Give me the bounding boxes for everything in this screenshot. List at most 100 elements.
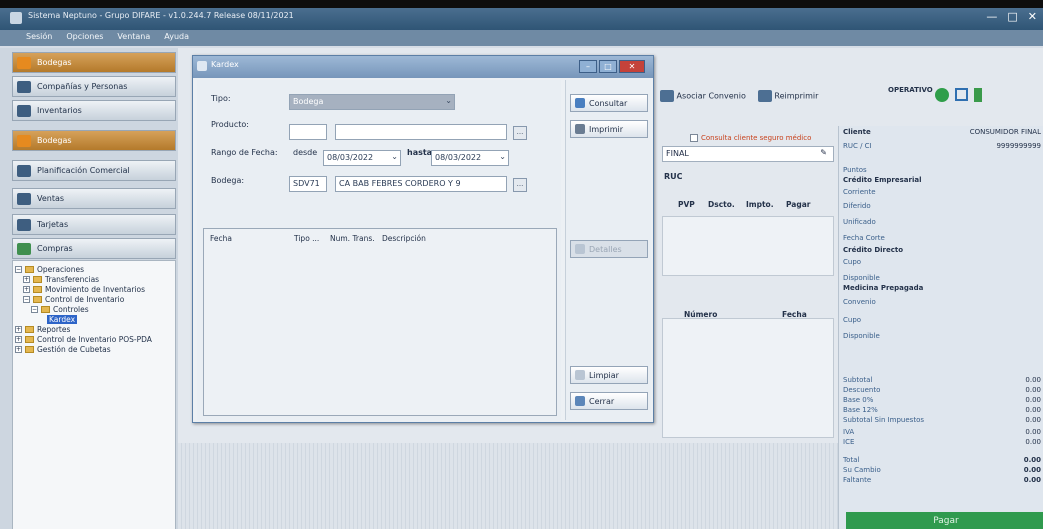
tree-item-transferencias[interactable]: + Transferencias: [15, 274, 173, 284]
hasta-date-value: 08/03/2022: [435, 153, 482, 162]
maximize-icon[interactable]: □: [1007, 10, 1017, 23]
nav-ventas[interactable]: Ventas: [12, 188, 176, 209]
bodega-code-input[interactable]: SDV71: [289, 176, 327, 192]
nav-bodegas-header[interactable]: Bodegas: [12, 52, 176, 73]
nav-tarjetas[interactable]: Tarjetas: [12, 214, 176, 235]
total-value: 0.00: [1023, 456, 1041, 464]
menu-ventana[interactable]: Ventana: [117, 32, 150, 46]
producto-search-button[interactable]: ...: [513, 126, 527, 140]
documents-grid[interactable]: [662, 318, 834, 438]
folder-icon: [25, 345, 34, 353]
cliente-final-field[interactable]: FINAL ✎: [662, 146, 834, 162]
minimize-icon[interactable]: –: [579, 60, 597, 73]
tree-item-cubetas[interactable]: + Gestión de Cubetas: [15, 344, 173, 354]
expand-icon[interactable]: +: [15, 335, 22, 343]
tree-item-kardex[interactable]: Kardex: [15, 314, 173, 324]
producto-code-input[interactable]: [289, 124, 327, 140]
customer-panel: Cliente CONSUMIDOR FINAL RUC / CI 999999…: [838, 126, 1043, 529]
nav-bodegas[interactable]: Bodegas: [12, 130, 176, 151]
expand-icon[interactable]: +: [23, 285, 30, 293]
kardex-filters-panel: Tipo: Bodega ⌄ Producto: ... Rango de Fe…: [197, 80, 561, 420]
col-num-trans-header[interactable]: Num. Trans.: [330, 234, 375, 243]
tipo-value: Bodega: [293, 97, 324, 106]
ruc-ci-label: RUC / CI: [843, 142, 872, 150]
bodega-name-input[interactable]: CA BAB FEBRES CORDERO Y 9: [335, 176, 507, 192]
nav-inventarios[interactable]: Inventarios: [12, 100, 176, 121]
folder-icon: [25, 325, 34, 333]
subtotal-value: 0.00: [1025, 376, 1041, 384]
consulta-cliente-checkbox[interactable]: Consulta cliente seguro médico: [690, 134, 811, 142]
col-fecha-header[interactable]: Fecha: [210, 234, 232, 243]
base12-value: 0.00: [1025, 406, 1041, 414]
expand-icon[interactable]: +: [15, 325, 22, 333]
producto-name-input[interactable]: [335, 124, 507, 140]
nav-label: Inventarios: [37, 106, 82, 115]
limpiar-button[interactable]: Limpiar: [570, 366, 648, 384]
detalles-button[interactable]: Detalles: [570, 240, 648, 258]
reimprimir-button[interactable]: Reimprimir: [757, 90, 818, 102]
nav-companias-personas[interactable]: Compañías y Personas: [12, 76, 176, 97]
maximize-icon[interactable]: □: [599, 60, 617, 73]
exit-icon[interactable]: [974, 88, 982, 102]
cerrar-button[interactable]: Cerrar: [570, 392, 648, 410]
nav-planificacion[interactable]: Planificación Comercial: [12, 160, 176, 181]
col-impto: Impto.: [746, 200, 774, 209]
tree-item-operaciones[interactable]: − Operaciones: [15, 264, 173, 274]
medicina-prepagada-label: Medicina Prepagada: [843, 284, 924, 292]
hasta-label: hasta: [407, 148, 433, 157]
cupo2-label: Cupo: [843, 316, 862, 324]
col-tipo-header[interactable]: Tipo ...: [294, 234, 319, 243]
desde-date-picker[interactable]: 08/03/2022 ⌄: [323, 150, 401, 166]
pagar-button[interactable]: Pagar: [846, 512, 1043, 529]
kardex-results-grid[interactable]: Fecha Tipo ... Num. Trans. Descripción: [203, 228, 557, 416]
collapse-icon[interactable]: −: [15, 265, 22, 273]
subtotal-label: Subtotal: [843, 376, 873, 384]
sales-icon: [17, 192, 31, 205]
col-dscto: Dscto.: [708, 200, 735, 209]
kardex-titlebar[interactable]: Kardex – □ ✕: [193, 56, 653, 78]
folder-icon: [41, 305, 50, 313]
collapse-icon[interactable]: −: [31, 305, 38, 313]
tree-item-reportes[interactable]: + Reportes: [15, 324, 173, 334]
detalles-label: Detalles: [589, 244, 622, 254]
nav-compras[interactable]: Compras: [12, 238, 176, 259]
tree-item-control-inventario[interactable]: − Control de Inventario: [15, 294, 173, 304]
minimize-icon[interactable]: —: [986, 10, 997, 23]
cerrar-label: Cerrar: [589, 396, 615, 406]
tree-label: Transferencias: [45, 274, 100, 284]
printer-icon: [757, 90, 772, 102]
hasta-date-picker[interactable]: 08/03/2022 ⌄: [431, 150, 509, 166]
items-grid[interactable]: [662, 216, 834, 276]
descuento-value: 0.00: [1025, 386, 1041, 394]
edit-pencil-icon[interactable]: ✎: [820, 148, 827, 157]
desde-label: desde: [293, 148, 318, 157]
fecha-corte-label: Fecha Corte: [843, 234, 885, 242]
credito-directo-label: Crédito Directo: [843, 246, 904, 254]
bodega-code-value: SDV71: [293, 179, 320, 188]
faltante-value: 0.00: [1023, 476, 1041, 484]
menu-ayuda[interactable]: Ayuda: [164, 32, 189, 46]
close-icon[interactable]: ✕: [1028, 10, 1037, 23]
puntos-label: Puntos: [843, 166, 867, 174]
expand-icon[interactable]: +: [23, 275, 30, 283]
tipo-select[interactable]: Bodega ⌄: [289, 94, 455, 110]
tree-item-controles[interactable]: − Controles: [15, 304, 173, 314]
consumidor-final-value: CONSUMIDOR FINAL: [969, 128, 1041, 136]
checkbox-box[interactable]: [690, 134, 698, 142]
menu-sesion[interactable]: Sesión: [26, 32, 52, 46]
col-descripcion-header[interactable]: Descripción: [382, 234, 426, 243]
cupo-label: Cupo: [843, 258, 862, 266]
consultar-button[interactable]: Consultar: [570, 94, 648, 112]
collapse-icon[interactable]: −: [23, 295, 30, 303]
window-icon[interactable]: [955, 88, 968, 101]
expand-icon[interactable]: +: [15, 345, 22, 353]
menu-opciones[interactable]: Opciones: [66, 32, 103, 46]
tree-item-movimiento[interactable]: + Movimiento de Inventarios: [15, 284, 173, 294]
bodega-search-button[interactable]: ...: [513, 178, 527, 192]
close-icon[interactable]: ✕: [619, 60, 645, 73]
tree-item-pos-pda[interactable]: + Control de Inventario POS-PDA: [15, 334, 173, 344]
imprimir-button[interactable]: Imprimir: [570, 120, 648, 138]
card-icon: [17, 218, 31, 231]
asociar-convenio-button[interactable]: Asociar Convenio: [660, 90, 746, 102]
kardex-actions-panel: Consultar Imprimir Detalles Limpiar Cerr…: [565, 80, 651, 420]
